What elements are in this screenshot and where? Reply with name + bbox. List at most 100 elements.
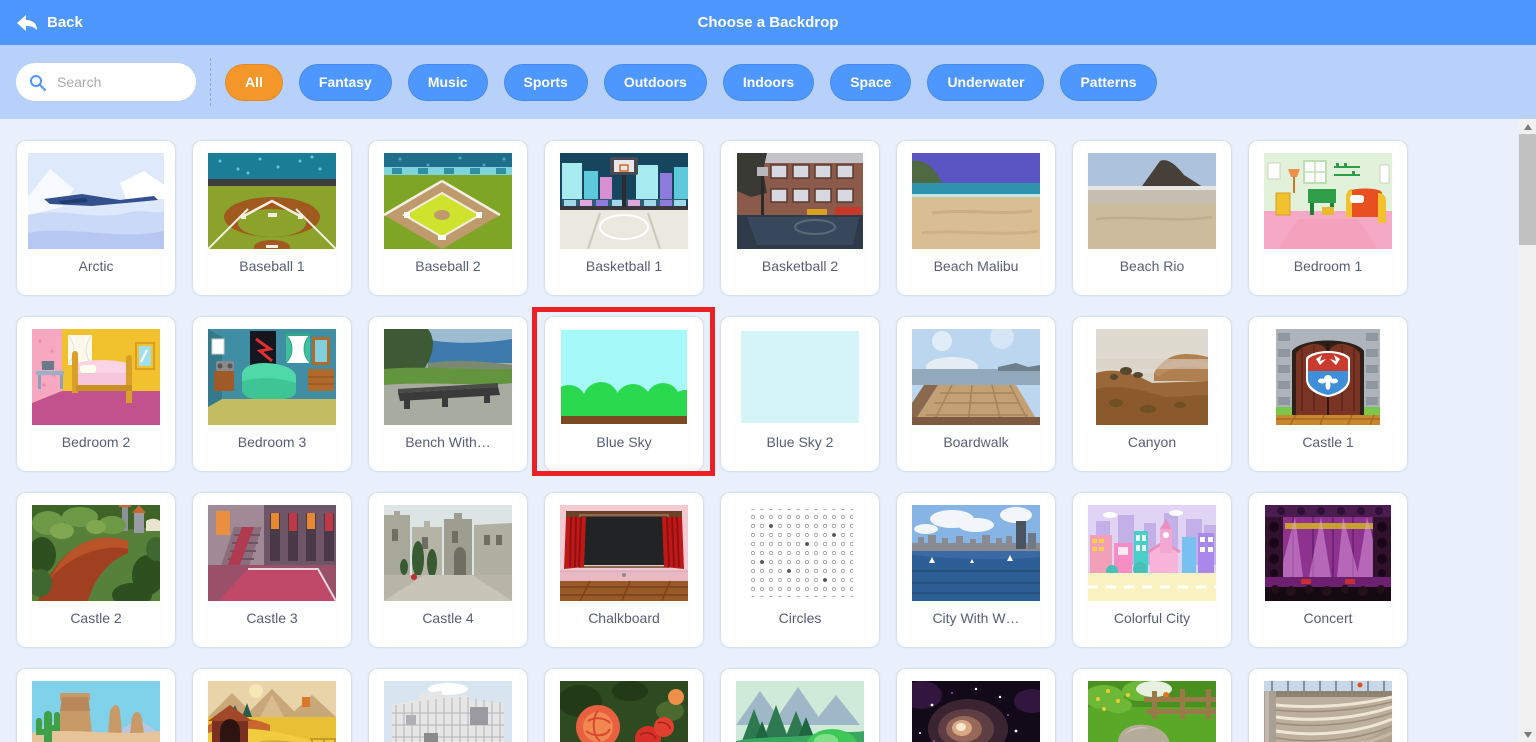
tag-sports[interactable]: Sports (504, 64, 588, 101)
card-colorful-city[interactable]: Colorful City (1072, 492, 1232, 648)
card-label: Beach Rio (1120, 258, 1185, 274)
card-label: Canyon (1128, 434, 1176, 450)
filter-bar: All Fantasy Music Sports Outdoors Indoor… (0, 45, 1536, 119)
card-label: Bedroom 2 (62, 434, 130, 450)
search-input[interactable] (55, 73, 189, 91)
canyon-thumbnail (1096, 329, 1208, 425)
card-basketball-1[interactable]: Basketball 1 (544, 140, 704, 296)
card-arctic[interactable]: Arctic (16, 140, 176, 296)
card-circles[interactable]: Circles (720, 492, 880, 648)
card-garden-rock[interactable] (1072, 668, 1232, 742)
card-baseball-1[interactable]: Baseball 1 (192, 140, 352, 296)
castle-2-thumbnail (32, 505, 160, 601)
tag-outdoors[interactable]: Outdoors (604, 64, 707, 101)
scrollbar-thumb[interactable] (1519, 134, 1536, 245)
card-bedroom-2[interactable]: Bedroom 2 (16, 316, 176, 472)
card-label: City With W… (932, 610, 1019, 626)
bedroom-3-thumbnail (208, 329, 336, 425)
card-label: Boardwalk (943, 434, 1008, 450)
backdrop-grid: Arctic Baseball 1 Baseball 2 Basketball … (16, 140, 1519, 742)
tag-fantasy[interactable]: Fantasy (299, 64, 392, 101)
card-label: Bench With… (405, 434, 491, 450)
galaxy-thumbnail (912, 681, 1040, 742)
tag-patterns[interactable]: Patterns (1060, 64, 1156, 101)
scrollbar[interactable] (1519, 119, 1536, 742)
back-button[interactable]: Back (16, 14, 83, 32)
back-arrow-icon (16, 14, 38, 32)
basketball-2-thumbnail (737, 153, 863, 249)
card-label: Bedroom 1 (1294, 258, 1362, 274)
card-basketball-2[interactable]: Basketball 2 (720, 140, 880, 296)
card-farm[interactable] (192, 668, 352, 742)
backdrop-grid-area: Arctic Baseball 1 Baseball 2 Basketball … (0, 119, 1519, 742)
search-icon (29, 74, 46, 91)
card-castle-3[interactable]: Castle 3 (192, 492, 352, 648)
castle-3-thumbnail (208, 505, 336, 601)
card-castle-2[interactable]: Castle 2 (16, 492, 176, 648)
header-bar: Back Choose a Backdrop (0, 0, 1536, 45)
card-chalkboard[interactable]: Chalkboard (544, 492, 704, 648)
card-blue-sky-2[interactable]: Blue Sky 2 (720, 316, 880, 472)
garden-rock-thumbnail (1088, 681, 1216, 742)
card-canyon[interactable]: Canyon (1072, 316, 1232, 472)
card-label: Castle 3 (246, 610, 297, 626)
search-box[interactable] (16, 63, 196, 101)
card-label: Castle 4 (422, 610, 473, 626)
card-label: Blue Sky 2 (767, 434, 834, 450)
scroll-up-button[interactable] (1519, 119, 1536, 134)
card-blue-sky[interactable]: Blue Sky (544, 316, 704, 472)
card-label: Concert (1303, 610, 1352, 626)
card-desert[interactable] (16, 668, 176, 742)
tag-all[interactable]: All (225, 64, 283, 101)
card-modern-building[interactable] (368, 668, 528, 742)
flowers-thumbnail (560, 681, 688, 742)
card-bedroom-3[interactable]: Bedroom 3 (192, 316, 352, 472)
desert-thumbnail (32, 681, 160, 742)
tag-music[interactable]: Music (408, 64, 488, 101)
blue-sky-thumbnail (561, 329, 687, 425)
forest-thumbnail (736, 681, 864, 742)
card-baseball-2[interactable]: Baseball 2 (368, 140, 528, 296)
card-boardwalk[interactable]: Boardwalk (896, 316, 1056, 472)
back-label: Back (47, 14, 83, 31)
beach-malibu-thumbnail (912, 153, 1040, 249)
card-bedroom-1[interactable]: Bedroom 1 (1248, 140, 1408, 296)
baseball-1-thumbnail (208, 153, 336, 249)
card-label: Colorful City (1114, 610, 1190, 626)
city-with-water-thumbnail (912, 505, 1040, 601)
bedroom-1-thumbnail (1264, 153, 1392, 249)
tag-underwater[interactable]: Underwater (927, 64, 1044, 101)
card-label: Baseball 1 (239, 258, 304, 274)
tag-space[interactable]: Space (830, 64, 911, 101)
card-label: Basketball 1 (586, 258, 662, 274)
card-flowers[interactable] (544, 668, 704, 742)
stone-theater-thumbnail (1264, 681, 1392, 742)
card-label: Arctic (79, 258, 114, 274)
scroll-up-icon (1524, 124, 1532, 130)
castle-4-thumbnail (384, 505, 512, 601)
card-castle-1[interactable]: Castle 1 (1248, 316, 1408, 472)
card-beach-rio[interactable]: Beach Rio (1072, 140, 1232, 296)
card-label: Castle 1 (1302, 434, 1353, 450)
basketball-1-thumbnail (560, 153, 688, 249)
scroll-down-button[interactable] (1519, 727, 1536, 742)
card-label: Baseball 2 (415, 258, 480, 274)
concert-thumbnail (1265, 505, 1391, 601)
card-label: Bedroom 3 (238, 434, 306, 450)
divider (210, 58, 211, 106)
castle-1-thumbnail (1276, 329, 1380, 425)
card-beach-malibu[interactable]: Beach Malibu (896, 140, 1056, 296)
card-city-with-water[interactable]: City With W… (896, 492, 1056, 648)
card-label: Beach Malibu (934, 258, 1019, 274)
card-castle-4[interactable]: Castle 4 (368, 492, 528, 648)
backdrop-library-window: Back Choose a Backdrop All Fantasy Music… (0, 0, 1536, 742)
tag-indoors[interactable]: Indoors (723, 64, 814, 101)
chalkboard-thumbnail (560, 505, 688, 601)
card-forest[interactable] (720, 668, 880, 742)
card-label: Blue Sky (596, 434, 651, 450)
card-stone-theater[interactable] (1248, 668, 1408, 742)
card-bench-with[interactable]: Bench With… (368, 316, 528, 472)
card-label: Basketball 2 (762, 258, 838, 274)
card-concert[interactable]: Concert (1248, 492, 1408, 648)
card-galaxy[interactable] (896, 668, 1056, 742)
